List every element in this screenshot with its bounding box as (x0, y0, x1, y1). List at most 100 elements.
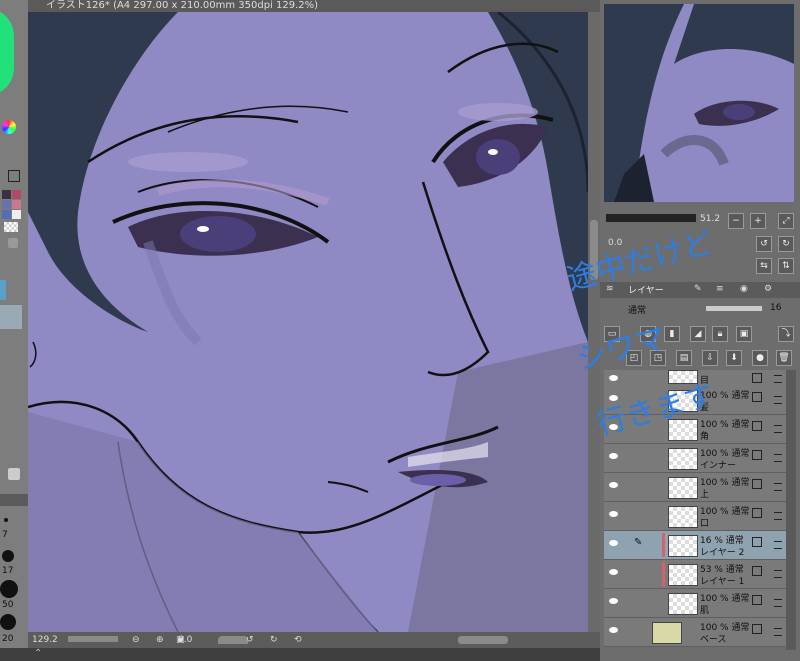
layer-row[interactable]: 100 % 通常 上 (604, 473, 786, 502)
horizontal-scroll-thumb[interactable] (458, 636, 508, 644)
brush-tab-icon[interactable]: ✎ (694, 284, 702, 294)
layer-menu-icon[interactable] (774, 454, 782, 462)
settings-tab-icon[interactable]: ⚙ (764, 284, 772, 294)
brush-size-dot[interactable] (0, 580, 18, 598)
color-swatch[interactable] (12, 210, 21, 219)
eye-icon[interactable] (609, 375, 618, 381)
brush-size-dot[interactable] (2, 550, 14, 562)
eye-icon[interactable] (609, 511, 618, 517)
collapse-icon[interactable]: ⌃ (34, 648, 42, 659)
color-swatch[interactable] (2, 210, 11, 219)
layer-menu-icon[interactable] (774, 375, 782, 383)
layer-row[interactable]: 目 (604, 370, 786, 387)
layer-row[interactable]: 100 % 通常 インナー (604, 444, 786, 473)
zoom-out-icon[interactable]: − (728, 213, 744, 229)
panel-tab-selected[interactable] (0, 305, 22, 329)
lock-icon[interactable] (752, 566, 762, 576)
eye-icon[interactable] (609, 453, 618, 459)
panel-tab[interactable] (0, 280, 6, 300)
blend-mode-select[interactable]: 通常 (628, 303, 646, 316)
rotation-readout[interactable]: 0.0 (178, 632, 192, 648)
navigator-rotation-value[interactable]: 0.0 (608, 238, 622, 248)
fit-window-icon[interactable]: ⤢ (778, 213, 794, 229)
brush-size-dot[interactable] (0, 614, 16, 630)
new-raster-layer-icon[interactable]: ◰ (626, 350, 642, 366)
lock-icon[interactable] (752, 624, 762, 634)
layers-tab-icon[interactable]: ≋ (606, 284, 614, 294)
mask-icon[interactable]: ● (752, 350, 768, 366)
layer-menu-icon[interactable] (774, 570, 782, 578)
lock-icon[interactable] (8, 170, 20, 182)
layer-menu-icon[interactable] (774, 599, 782, 607)
stack-tab-icon[interactable]: ≡ (716, 284, 724, 294)
zoom-slider[interactable] (68, 636, 118, 642)
color-swatch[interactable] (2, 190, 11, 199)
zoom-out-icon[interactable]: ⊖ (132, 632, 140, 648)
layer-row[interactable]: 100 % 通常 髪 (604, 386, 786, 415)
layer-color-icon[interactable]: ▭ (604, 326, 620, 342)
clipping-icon[interactable]: ⤵ (778, 326, 794, 342)
navigator-zoom-slider[interactable] (606, 214, 696, 222)
opacity-slider[interactable] (706, 306, 762, 311)
eye-icon[interactable] (609, 540, 618, 546)
merge-down-icon[interactable]: ⇩ (702, 350, 718, 366)
layer-row[interactable]: 53 % 通常 レイヤー 1 (604, 560, 786, 589)
draft-layer-icon[interactable]: ◢ (690, 326, 706, 342)
reference-layer-icon[interactable]: ▮ (664, 326, 680, 342)
color-swatch[interactable] (12, 190, 21, 199)
trash-icon[interactable] (8, 238, 18, 248)
layer-menu-icon[interactable] (774, 512, 782, 520)
rotate-right-icon[interactable]: ↻ (270, 632, 278, 648)
lock-transparency-icon[interactable]: ▣ (736, 326, 752, 342)
transparent-swatch[interactable] (4, 222, 18, 232)
lock-icon[interactable] (752, 421, 762, 431)
eye-icon[interactable] (609, 598, 618, 604)
lock-icon[interactable] (752, 450, 762, 460)
layer-row[interactable]: 100 % 通常 口 (604, 502, 786, 531)
layer-row[interactable]: 100 % 通常 角 (604, 415, 786, 444)
opacity-value[interactable]: 16 (770, 303, 781, 313)
layer-menu-icon[interactable] (774, 396, 782, 404)
canvas-scroll-thumb[interactable] (590, 220, 598, 280)
transfer-down-icon[interactable]: ⬇ (726, 350, 742, 366)
lock-icon[interactable] (752, 392, 762, 402)
drawing-canvas[interactable] (28, 12, 588, 632)
color-swatch[interactable] (12, 200, 21, 209)
layer-list-scrollbar[interactable] (786, 370, 796, 650)
delete-layer-icon[interactable]: 🗑︎ (776, 350, 792, 366)
eye-icon[interactable] (609, 424, 618, 430)
eye-icon[interactable] (609, 569, 618, 575)
lock-icon[interactable] (752, 373, 762, 383)
rotation-slider[interactable] (218, 636, 248, 644)
trash-icon[interactable] (8, 468, 20, 480)
flip-icon[interactable]: ⇆ (756, 258, 772, 274)
zoom-in-icon[interactable]: + (750, 213, 766, 229)
zoom-readout[interactable]: 129.2 (32, 632, 58, 648)
lock-icon[interactable] (752, 537, 762, 547)
layer-mask-icon[interactable]: ◍ (640, 326, 656, 342)
eye-icon[interactable] (609, 395, 618, 401)
new-folder-icon[interactable]: ▤ (676, 350, 692, 366)
layer-menu-icon[interactable] (774, 541, 782, 549)
lock-icon[interactable]: 🔒︎ (712, 326, 728, 342)
layer-row-selected[interactable]: ✎ 16 % 通常 レイヤー 2 (604, 531, 786, 560)
rotate-left-icon[interactable]: ↺ (756, 236, 772, 252)
color-wheel[interactable] (0, 8, 14, 96)
navigator-zoom-value[interactable]: 51.2 (700, 214, 720, 224)
brush-size-dot[interactable] (4, 518, 8, 522)
layer-menu-icon[interactable] (774, 483, 782, 491)
flip-vertical-icon[interactable]: ⇅ (778, 258, 794, 274)
palette-tab-icon[interactable]: ◉ (740, 284, 748, 294)
color-swatch[interactable] (2, 200, 11, 209)
rotate-right-icon[interactable]: ↻ (778, 236, 794, 252)
new-vector-layer-icon[interactable]: ◳ (650, 350, 666, 366)
color-wheel-icon[interactable] (2, 120, 16, 134)
navigator-preview[interactable] (604, 4, 794, 202)
eye-icon[interactable] (609, 627, 618, 633)
reset-rotation-icon[interactable]: ⟲ (294, 632, 302, 648)
layer-menu-icon[interactable] (774, 628, 782, 636)
tab-layer[interactable]: レイヤー (628, 283, 664, 296)
lock-icon[interactable] (752, 508, 762, 518)
layer-row[interactable]: 100 % 通常 肌 (604, 589, 786, 618)
eye-icon[interactable] (609, 482, 618, 488)
